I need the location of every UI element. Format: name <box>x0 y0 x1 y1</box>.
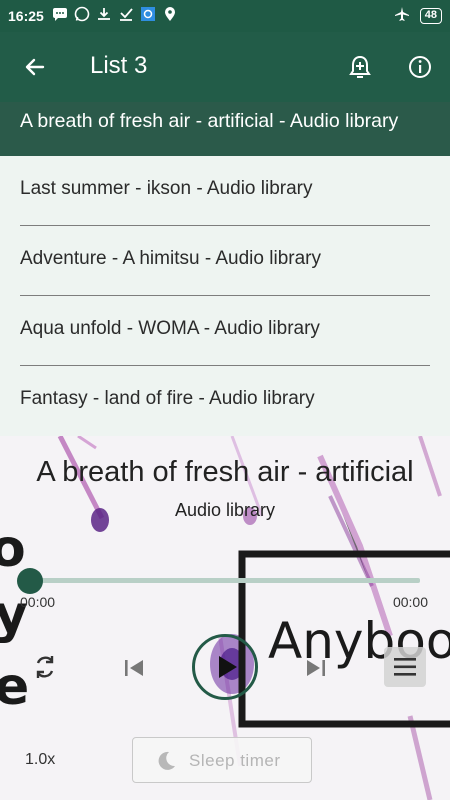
app-bar: List 3 <box>0 32 450 102</box>
whatsapp-icon <box>74 6 90 22</box>
sleep-timer-button[interactable]: Sleep timer <box>132 737 312 783</box>
message-icon <box>52 6 68 22</box>
back-arrow-icon[interactable] <box>22 54 48 80</box>
playlist-item-label: Adventure - A himitsu - Audio library <box>20 248 321 269</box>
status-bar: 16:25 48 <box>0 0 450 32</box>
playlist: A breath of fresh air - artificial - Aud… <box>0 102 450 436</box>
repeat-icon[interactable] <box>30 652 60 682</box>
playlist-item[interactable]: Aqua unfold - WOMA - Audio library <box>0 296 450 366</box>
notification-icons <box>52 6 178 22</box>
app-icon <box>140 6 156 22</box>
done-download-icon <box>118 6 134 22</box>
airplane-mode-icon <box>394 6 410 25</box>
battery-indicator: 48 <box>419 7 442 24</box>
play-button[interactable] <box>192 634 258 700</box>
seek-bar[interactable] <box>30 578 420 583</box>
previous-track-icon[interactable] <box>120 654 148 682</box>
status-time: 16:25 <box>8 8 44 24</box>
download-icon <box>96 6 112 22</box>
playback-speed[interactable]: 1.0x <box>25 751 55 769</box>
location-icon <box>162 6 178 22</box>
playlist-item[interactable]: Fantasy - land of fire - Audio library <box>0 366 450 436</box>
moon-icon <box>155 750 177 772</box>
playlist-item-label: A breath of fresh air - artificial - Aud… <box>20 110 399 132</box>
playlist-item[interactable]: Adventure - A himitsu - Audio library <box>0 226 450 296</box>
playlist-item-label: Fantasy - land of fire - Audio library <box>20 388 315 409</box>
total-time: 00:00 <box>392 594 428 610</box>
track-artist: Audio library <box>174 500 276 520</box>
player-panel: Anyboo o y e A breath of fresh air - art… <box>0 436 450 800</box>
next-track-icon[interactable] <box>302 654 330 682</box>
playlist-item-label: Last summer - ikson - Audio library <box>20 178 313 199</box>
page-title: List 3 <box>90 52 148 79</box>
sleep-timer-label: Sleep timer <box>189 751 281 770</box>
playlist-item-label: Aqua unfold - WOMA - Audio library <box>20 318 320 339</box>
track-title: A breath of fresh air - artificial <box>36 456 414 488</box>
seek-handle[interactable] <box>17 568 43 594</box>
playlist-item[interactable]: Last summer - ikson - Audio library <box>0 156 450 226</box>
svg-text:e: e <box>0 657 29 717</box>
queue-list-icon[interactable] <box>384 647 426 687</box>
info-icon[interactable] <box>406 53 434 81</box>
current-time: 00:00 <box>20 594 56 610</box>
add-alarm-icon[interactable] <box>346 53 374 81</box>
playlist-item-current[interactable]: A breath of fresh air - artificial - Aud… <box>0 102 450 156</box>
